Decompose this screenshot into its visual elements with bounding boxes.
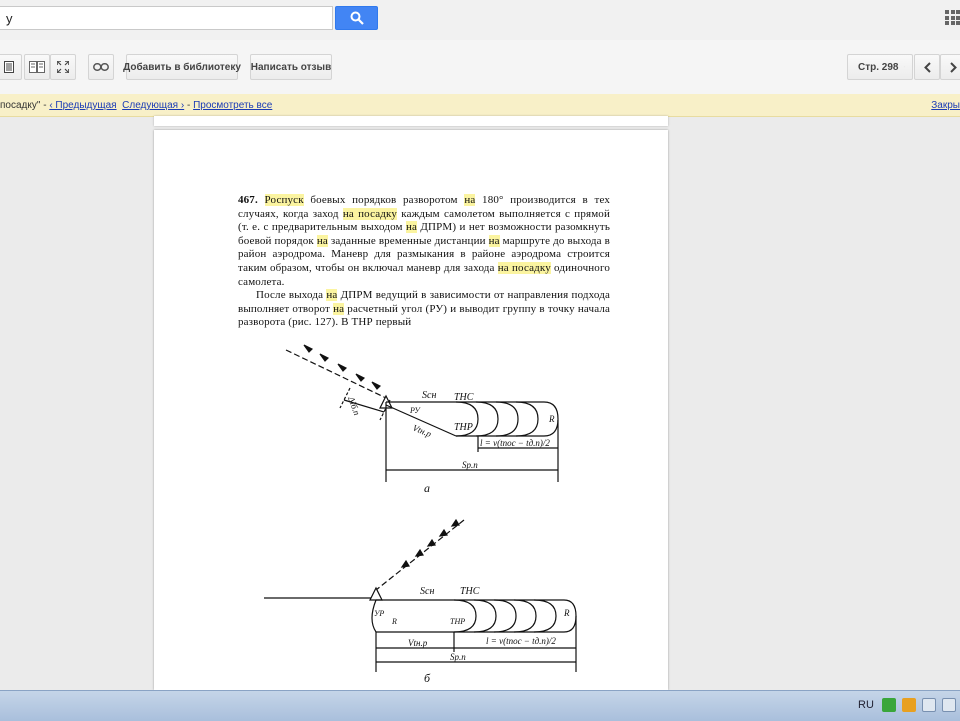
fig-b-sp-label: Sр.п <box>450 652 466 662</box>
view-all-link[interactable]: Просмотреть все <box>193 100 272 111</box>
fig-a-sp-label: Sр.п <box>462 460 478 470</box>
search-query-text: посадку" <box>0 100 41 111</box>
fig-b-scn-label: Sсн <box>420 586 434 597</box>
fig-a-dl-label: Δlб.п <box>346 394 362 417</box>
previous-page-edge <box>154 116 668 126</box>
close-results-link[interactable]: Закры <box>931 100 960 111</box>
search-icon <box>350 11 364 25</box>
chevron-right-icon <box>949 61 957 73</box>
chevron-left-icon <box>923 61 931 73</box>
chevron-down-icon <box>904 66 905 68</box>
add-to-library-button[interactable]: Добавить в библиотеку <box>123 54 241 80</box>
figure-a-labels: Sсн ТНС ТНР РУ R Vtн.р Δlб.п l = v(tпос … <box>346 390 555 495</box>
next-page-button[interactable] <box>940 54 960 80</box>
separator: - <box>184 100 194 111</box>
fig-a-thr-label: ТНР <box>454 422 473 433</box>
single-page-view-button[interactable] <box>0 54 22 80</box>
figure-a <box>285 344 559 482</box>
next-result-link[interactable]: Следующая › <box>122 100 184 111</box>
update-tray-icon[interactable] <box>902 698 916 712</box>
aircraft-icon <box>400 518 460 568</box>
link-button[interactable] <box>88 54 114 80</box>
page-select[interactable]: Стр. 298 <box>847 54 913 80</box>
link-icon <box>93 63 109 71</box>
book-toolbar: Добавить в библиотеку Написать отзыв Стр… <box>0 40 960 95</box>
write-review-button[interactable]: Написать отзыв <box>250 54 332 80</box>
top-search-bar <box>0 0 960 41</box>
page-select-label: Стр. 298 <box>858 61 899 73</box>
aircraft-icon <box>303 344 382 390</box>
fig-b-thc-label: ТНС <box>460 586 480 597</box>
windows-taskbar: RU <box>0 690 960 721</box>
fig-b-r2-label: R <box>563 608 570 618</box>
search-input[interactable] <box>0 6 333 30</box>
two-page-icon <box>29 61 45 73</box>
fig-a-scn-label: Sсн <box>422 390 436 401</box>
fig-b-thr-label: ТНР <box>450 617 465 626</box>
network-tray-icon[interactable] <box>922 698 936 712</box>
fig-b-length-label: l = v(tпос − tд.п)/2 <box>486 636 556 646</box>
apps-grid-icon[interactable] <box>945 10 960 25</box>
prev-result-link[interactable]: ‹ Предыдущая <box>49 100 116 111</box>
fig-a-caption: а <box>424 481 430 495</box>
fig-b-ur-label: УР <box>374 609 384 618</box>
fig-b-caption: б <box>424 671 431 685</box>
fig-a-r-label: R <box>548 414 555 424</box>
search-button[interactable] <box>335 6 378 30</box>
fullscreen-button[interactable] <box>50 54 76 80</box>
fig-b-vt-label: Vtн.р <box>408 638 428 648</box>
fullscreen-icon <box>57 61 69 73</box>
separator: - <box>40 100 50 111</box>
figure-127: Sсн ТНС ТНР РУ R Vtн.р Δlб.п l = v(tпос … <box>264 344 577 685</box>
fig-a-thc-label: ТНС <box>454 392 474 403</box>
two-page-view-button[interactable] <box>24 54 50 80</box>
single-page-icon <box>4 61 14 73</box>
book-page: 467. Роспуск боевых порядков разворотом … <box>154 130 668 690</box>
security-tray-icon[interactable] <box>882 698 896 712</box>
fig-b-r1-label: R <box>391 617 397 626</box>
language-indicator[interactable]: RU <box>858 699 874 711</box>
fig-a-ru-label: РУ <box>409 406 421 415</box>
prev-page-button[interactable] <box>914 54 940 80</box>
fig-a-length-label: l = v(tпос − tд.п)/2 <box>480 438 550 448</box>
volume-tray-icon[interactable] <box>942 698 956 712</box>
search-results-bar: посадку" - ‹ Предыдущая Следующая › - Пр… <box>0 94 960 117</box>
